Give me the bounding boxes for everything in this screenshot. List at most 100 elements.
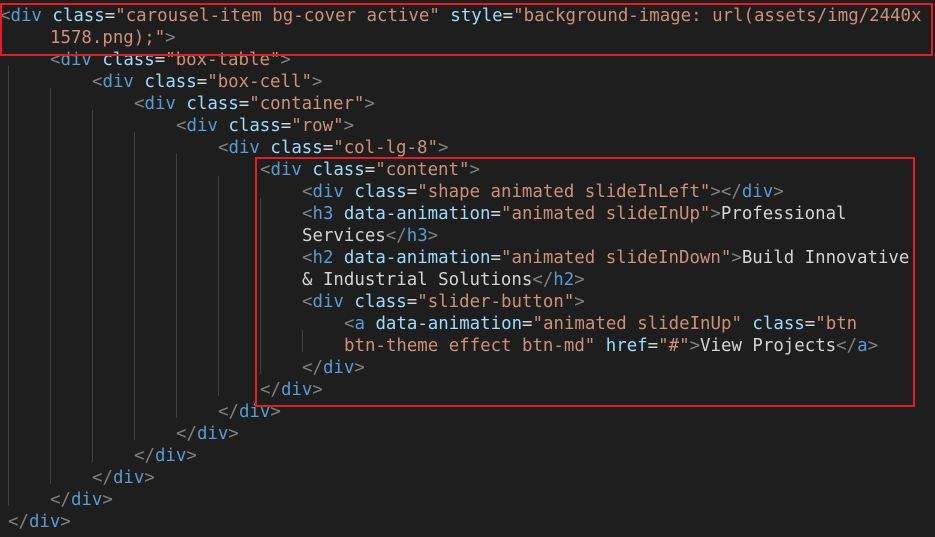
indent-guide: [176, 154, 177, 418]
code-token: data-animation: [375, 314, 523, 334]
code-token: "content": [375, 160, 470, 180]
code-token: div: [322, 358, 355, 378]
code-token: class: [228, 116, 281, 136]
code-line-16[interactable]: btn-theme effect btn-md" href="#">View P…: [344, 335, 878, 357]
code-line-4[interactable]: <div class="box-cell">: [92, 71, 322, 93]
code-token: >: [469, 160, 480, 180]
code-token: =: [104, 6, 116, 26]
code-token: >: [186, 446, 197, 466]
code-token: >: [60, 512, 71, 532]
code-token: >: [364, 94, 375, 114]
code-token: =: [406, 182, 418, 202]
code-line-18[interactable]: </div>: [260, 379, 323, 401]
code-token: >: [228, 424, 239, 444]
code-line-17[interactable]: </div>: [302, 357, 365, 379]
code-token: =: [364, 160, 376, 180]
indent-guide: [134, 132, 135, 440]
code-token: =: [196, 72, 208, 92]
code-token: >: [280, 50, 291, 70]
code-line-5[interactable]: <div class="container">: [134, 93, 375, 115]
code-token: "col-lg-8": [333, 138, 438, 158]
code-line-1[interactable]: <div class="carousel-item bg-cover activ…: [0, 5, 921, 27]
code-token: <: [344, 314, 355, 334]
code-token: class: [270, 138, 323, 158]
code-line-23[interactable]: </div>: [50, 489, 113, 511]
code-token: </: [218, 402, 239, 422]
code-token: </: [134, 446, 155, 466]
code-token: "box-cell": [207, 72, 312, 92]
code-token: div: [270, 160, 302, 180]
code-token: </: [532, 270, 554, 290]
code-token: <: [260, 160, 271, 180]
code-line-15[interactable]: <a data-animation="animated slideInUp" c…: [344, 313, 857, 335]
code-token: </: [176, 424, 197, 444]
code-token: <: [302, 292, 313, 312]
code-line-12[interactable]: <h2 data-animation="animated slideInDown…: [302, 247, 909, 269]
code-line-19[interactable]: </div>: [218, 401, 281, 423]
code-line-11[interactable]: Services</h3>: [302, 225, 438, 247]
code-token: =: [522, 314, 533, 334]
code-token: data-animation: [343, 248, 491, 268]
code-token: & Industrial Solutions: [302, 270, 533, 290]
code-token: >: [710, 204, 721, 224]
code-line-20[interactable]: </div>: [176, 423, 239, 445]
code-line-9[interactable]: <div class="shape animated slideInLeft">…: [302, 181, 784, 203]
code-token: class: [354, 182, 407, 202]
indent-guide: [8, 66, 9, 506]
code-token: >: [731, 248, 742, 268]
code-line-2[interactable]: 1578.png);">: [50, 27, 176, 49]
indent-guide: [218, 176, 219, 396]
code-token: 1578.png);": [50, 28, 166, 48]
code-line-14[interactable]: <div class="slider-button">: [302, 291, 585, 313]
code-line-10[interactable]: <h3 data-animation="animated slideInUp">…: [302, 203, 847, 225]
code-token: btn-theme effect btn-md": [344, 336, 596, 356]
code-token: "#": [658, 336, 690, 356]
code-token: >: [165, 28, 176, 48]
code-token: Services: [302, 226, 386, 246]
code-line-13[interactable]: & Industrial Solutions</h2>: [302, 269, 585, 291]
code-line-3[interactable]: <div class="box-table">: [50, 49, 291, 71]
code-token: div: [312, 292, 344, 312]
code-token: div: [741, 182, 774, 202]
code-token: =: [322, 138, 334, 158]
code-line-22[interactable]: </div>: [92, 467, 155, 489]
code-line-8[interactable]: <div class="content">: [260, 159, 480, 181]
code-token: class: [144, 72, 197, 92]
code-token: >: [574, 270, 585, 290]
code-token: "row": [291, 116, 344, 136]
code-token: <: [134, 94, 145, 114]
code-token: class: [354, 292, 407, 312]
code-token: <: [0, 6, 11, 26]
code-token: >: [437, 138, 449, 158]
code-token: >: [311, 72, 323, 92]
code-editor[interactable]: <div class="carousel-item bg-cover activ…: [0, 0, 935, 537]
code-token: >: [867, 336, 879, 356]
code-token: class: [52, 6, 105, 26]
code-token: class: [312, 160, 365, 180]
code-line-7[interactable]: <div class="col-lg-8">: [218, 137, 448, 159]
code-line-6[interactable]: <div class="row">: [176, 115, 354, 137]
code-token: <: [302, 204, 313, 224]
code-token: class: [102, 50, 155, 70]
code-token: <: [218, 138, 229, 158]
code-token: </: [92, 468, 113, 488]
code-line-21[interactable]: </div>: [134, 445, 197, 467]
code-token: <: [302, 182, 313, 202]
code-token: "box-table": [165, 50, 281, 70]
code-token: div: [186, 116, 218, 136]
code-token: =: [804, 314, 816, 334]
code-token: </: [8, 512, 29, 532]
code-line-24[interactable]: </div>: [8, 511, 71, 533]
code-token: >: [144, 468, 155, 488]
